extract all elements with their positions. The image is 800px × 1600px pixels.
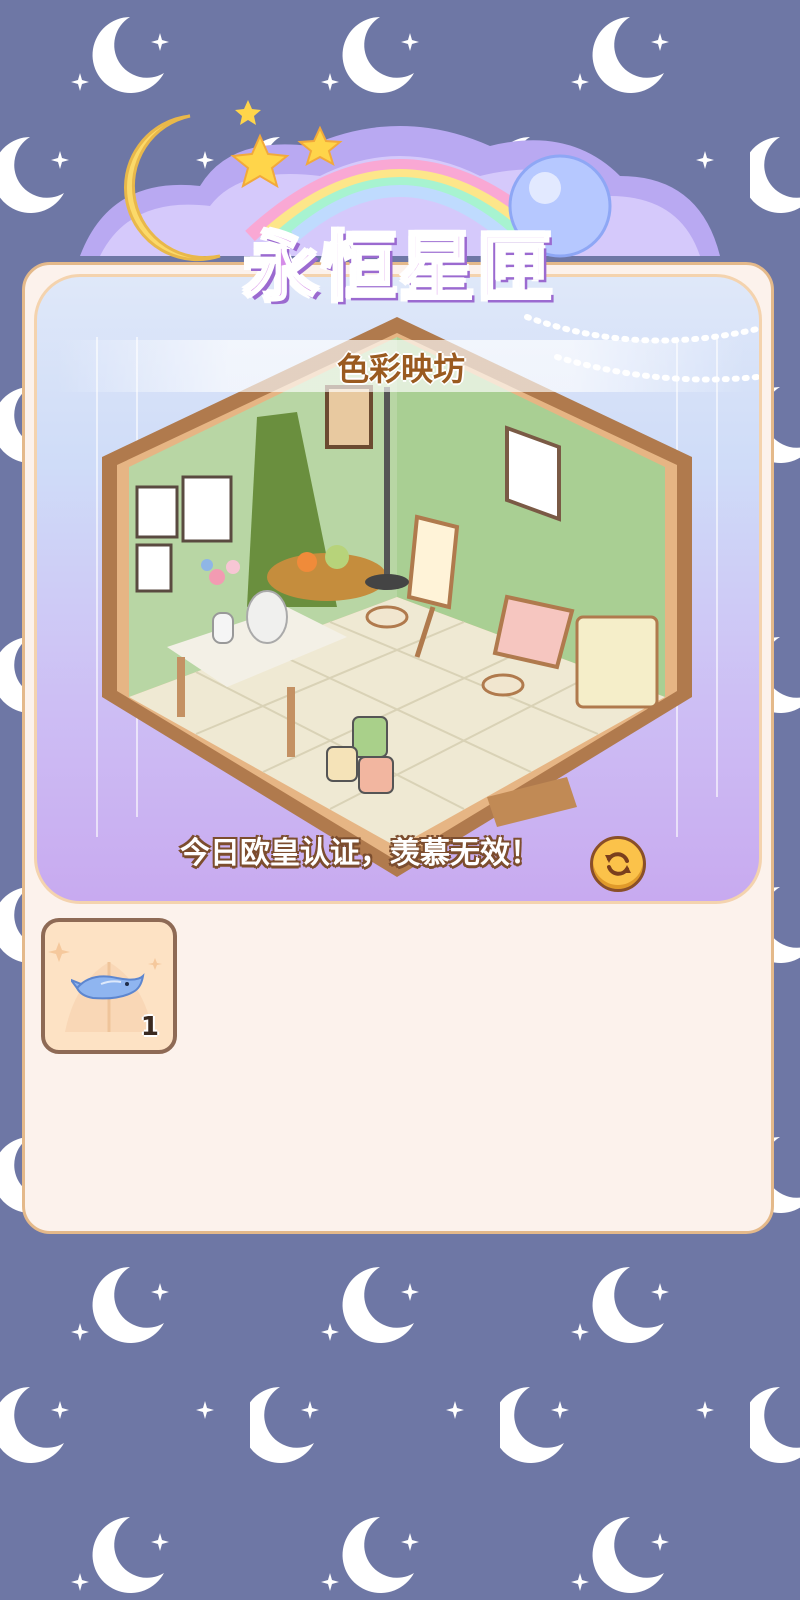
item-count: 1 (140, 1012, 159, 1042)
refresh-button[interactable] (590, 836, 646, 892)
inventory-item-slot[interactable]: 1 (41, 918, 177, 1054)
room-name: 色彩映坊 (336, 350, 465, 388)
slogan-text: 今日欧皇认证，羡慕无效！ (180, 836, 540, 871)
refresh-icon (605, 852, 631, 876)
blue-whale-icon (71, 973, 145, 1000)
title-banner: 永恒星匣 (80, 96, 720, 326)
game-title: 永恒星匣 (243, 224, 556, 313)
